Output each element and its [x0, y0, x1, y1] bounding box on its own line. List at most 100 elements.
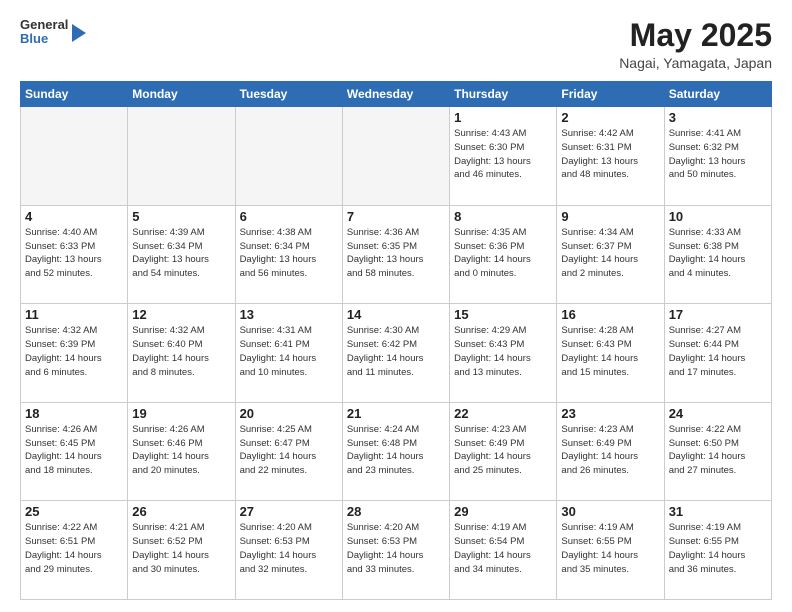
day-number: 10: [669, 209, 767, 224]
calendar-cell: 16 Sunrise: 4:28 AMSunset: 6:43 PMDayligh…: [557, 304, 664, 403]
day-number: 21: [347, 406, 445, 421]
day-number: 16: [561, 307, 659, 322]
day-number: 31: [669, 504, 767, 519]
calendar-cell: 8 Sunrise: 4:35 AMSunset: 6:36 PMDaylight…: [450, 205, 557, 304]
day-info: Sunrise: 4:42 AMSunset: 6:31 PMDaylight:…: [561, 127, 659, 182]
logo-arrow-icon: [72, 24, 86, 42]
day-number: 22: [454, 406, 552, 421]
weekday-header-friday: Friday: [557, 82, 664, 107]
day-number: 4: [25, 209, 123, 224]
day-number: 25: [25, 504, 123, 519]
calendar-cell: [128, 107, 235, 206]
calendar-cell: 22 Sunrise: 4:23 AMSunset: 6:49 PMDayligh…: [450, 402, 557, 501]
header: General Blue May 2025 Nagai, Yamagata, J…: [20, 18, 772, 71]
calendar-table: SundayMondayTuesdayWednesdayThursdayFrid…: [20, 81, 772, 600]
calendar-week-1: 1 Sunrise: 4:43 AMSunset: 6:30 PMDaylight…: [21, 107, 772, 206]
calendar-cell: 28 Sunrise: 4:20 AMSunset: 6:53 PMDayligh…: [342, 501, 449, 600]
day-info: Sunrise: 4:25 AMSunset: 6:47 PMDaylight:…: [240, 423, 338, 478]
calendar-cell: 21Sunrise: 4:24 AMSunset: 6:48 PMDayligh…: [342, 402, 449, 501]
day-number: 17: [669, 307, 767, 322]
calendar-cell: 6Sunrise: 4:38 AMSunset: 6:34 PMDaylight…: [235, 205, 342, 304]
logo-line2: Blue: [20, 32, 68, 46]
day-info: Sunrise: 4:23 AMSunset: 6:49 PMDaylight:…: [561, 423, 659, 478]
weekday-header-monday: Monday: [128, 82, 235, 107]
day-number: 8: [454, 209, 552, 224]
calendar-week-4: 18 Sunrise: 4:26 AMSunset: 6:45 PMDayligh…: [21, 402, 772, 501]
month-title: May 2025: [619, 18, 772, 53]
calendar-cell: 18 Sunrise: 4:26 AMSunset: 6:45 PMDayligh…: [21, 402, 128, 501]
day-info: Sunrise: 4:39 AMSunset: 6:34 PMDaylight:…: [132, 226, 230, 281]
weekday-header-wednesday: Wednesday: [342, 82, 449, 107]
day-number: 11: [25, 307, 123, 322]
calendar-cell: 5 Sunrise: 4:39 AMSunset: 6:34 PMDaylight…: [128, 205, 235, 304]
calendar-cell: 11 Sunrise: 4:32 AMSunset: 6:39 PMDayligh…: [21, 304, 128, 403]
calendar-header-row: SundayMondayTuesdayWednesdayThursdayFrid…: [21, 82, 772, 107]
day-number: 26: [132, 504, 230, 519]
day-info: Sunrise: 4:30 AMSunset: 6:42 PMDaylight:…: [347, 324, 445, 379]
day-info: Sunrise: 4:26 AMSunset: 6:45 PMDaylight:…: [25, 423, 123, 478]
day-number: 23: [561, 406, 659, 421]
calendar-cell: 10 Sunrise: 4:33 AMSunset: 6:38 PMDayligh…: [664, 205, 771, 304]
calendar-cell: [235, 107, 342, 206]
day-info: Sunrise: 4:21 AMSunset: 6:52 PMDaylight:…: [132, 521, 230, 576]
day-number: 27: [240, 504, 338, 519]
calendar-cell: [21, 107, 128, 206]
day-info: Sunrise: 4:26 AMSunset: 6:46 PMDaylight:…: [132, 423, 230, 478]
calendar-cell: 14 Sunrise: 4:30 AMSunset: 6:42 PMDayligh…: [342, 304, 449, 403]
day-info: Sunrise: 4:38 AMSunset: 6:34 PMDaylight:…: [240, 226, 338, 281]
weekday-header-tuesday: Tuesday: [235, 82, 342, 107]
day-info: Sunrise: 4:20 AMSunset: 6:53 PMDaylight:…: [240, 521, 338, 576]
calendar-cell: 26 Sunrise: 4:21 AMSunset: 6:52 PMDayligh…: [128, 501, 235, 600]
day-number: 20: [240, 406, 338, 421]
calendar-cell: 30 Sunrise: 4:19 AMSunset: 6:55 PMDayligh…: [557, 501, 664, 600]
calendar-cell: 29 Sunrise: 4:19 AMSunset: 6:54 PMDayligh…: [450, 501, 557, 600]
logo-line1: General: [20, 18, 68, 32]
day-info: Sunrise: 4:22 AMSunset: 6:50 PMDaylight:…: [669, 423, 767, 478]
calendar-week-5: 25 Sunrise: 4:22 AMSunset: 6:51 PMDayligh…: [21, 501, 772, 600]
day-number: 24: [669, 406, 767, 421]
day-info: Sunrise: 4:35 AMSunset: 6:36 PMDaylight:…: [454, 226, 552, 281]
day-number: 5: [132, 209, 230, 224]
day-info: Sunrise: 4:19 AMSunset: 6:55 PMDaylight:…: [561, 521, 659, 576]
day-info: Sunrise: 4:22 AMSunset: 6:51 PMDaylight:…: [25, 521, 123, 576]
day-number: 9: [561, 209, 659, 224]
calendar-cell: 15Sunrise: 4:29 AMSunset: 6:43 PMDayligh…: [450, 304, 557, 403]
calendar-cell: 1 Sunrise: 4:43 AMSunset: 6:30 PMDaylight…: [450, 107, 557, 206]
day-info: Sunrise: 4:28 AMSunset: 6:43 PMDaylight:…: [561, 324, 659, 379]
page: General Blue May 2025 Nagai, Yamagata, J…: [0, 0, 792, 612]
day-number: 1: [454, 110, 552, 125]
calendar-cell: 25 Sunrise: 4:22 AMSunset: 6:51 PMDayligh…: [21, 501, 128, 600]
calendar-week-3: 11 Sunrise: 4:32 AMSunset: 6:39 PMDayligh…: [21, 304, 772, 403]
day-number: 30: [561, 504, 659, 519]
calendar-cell: 2 Sunrise: 4:42 AMSunset: 6:31 PMDaylight…: [557, 107, 664, 206]
day-info: Sunrise: 4:27 AMSunset: 6:44 PMDaylight:…: [669, 324, 767, 379]
day-info: Sunrise: 4:32 AMSunset: 6:40 PMDaylight:…: [132, 324, 230, 379]
day-number: 3: [669, 110, 767, 125]
calendar-cell: 4Sunrise: 4:40 AMSunset: 6:33 PMDaylight…: [21, 205, 128, 304]
day-info: Sunrise: 4:19 AMSunset: 6:54 PMDaylight:…: [454, 521, 552, 576]
day-info: Sunrise: 4:43 AMSunset: 6:30 PMDaylight:…: [454, 127, 552, 182]
day-info: Sunrise: 4:36 AMSunset: 6:35 PMDaylight:…: [347, 226, 445, 281]
day-number: 29: [454, 504, 552, 519]
day-info: Sunrise: 4:41 AMSunset: 6:32 PMDaylight:…: [669, 127, 767, 182]
day-number: 2: [561, 110, 659, 125]
day-number: 12: [132, 307, 230, 322]
calendar-cell: 23 Sunrise: 4:23 AMSunset: 6:49 PMDayligh…: [557, 402, 664, 501]
day-number: 19: [132, 406, 230, 421]
day-info: Sunrise: 4:32 AMSunset: 6:39 PMDaylight:…: [25, 324, 123, 379]
day-number: 7: [347, 209, 445, 224]
logo: General Blue: [20, 18, 86, 47]
day-number: 14: [347, 307, 445, 322]
day-number: 15: [454, 307, 552, 322]
calendar-cell: 13Sunrise: 4:31 AMSunset: 6:41 PMDayligh…: [235, 304, 342, 403]
calendar-cell: 24 Sunrise: 4:22 AMSunset: 6:50 PMDayligh…: [664, 402, 771, 501]
day-info: Sunrise: 4:23 AMSunset: 6:49 PMDaylight:…: [454, 423, 552, 478]
day-number: 18: [25, 406, 123, 421]
calendar-cell: [342, 107, 449, 206]
day-number: 28: [347, 504, 445, 519]
location: Nagai, Yamagata, Japan: [619, 55, 772, 71]
day-info: Sunrise: 4:34 AMSunset: 6:37 PMDaylight:…: [561, 226, 659, 281]
day-info: Sunrise: 4:20 AMSunset: 6:53 PMDaylight:…: [347, 521, 445, 576]
day-info: Sunrise: 4:33 AMSunset: 6:38 PMDaylight:…: [669, 226, 767, 281]
day-info: Sunrise: 4:31 AMSunset: 6:41 PMDaylight:…: [240, 324, 338, 379]
